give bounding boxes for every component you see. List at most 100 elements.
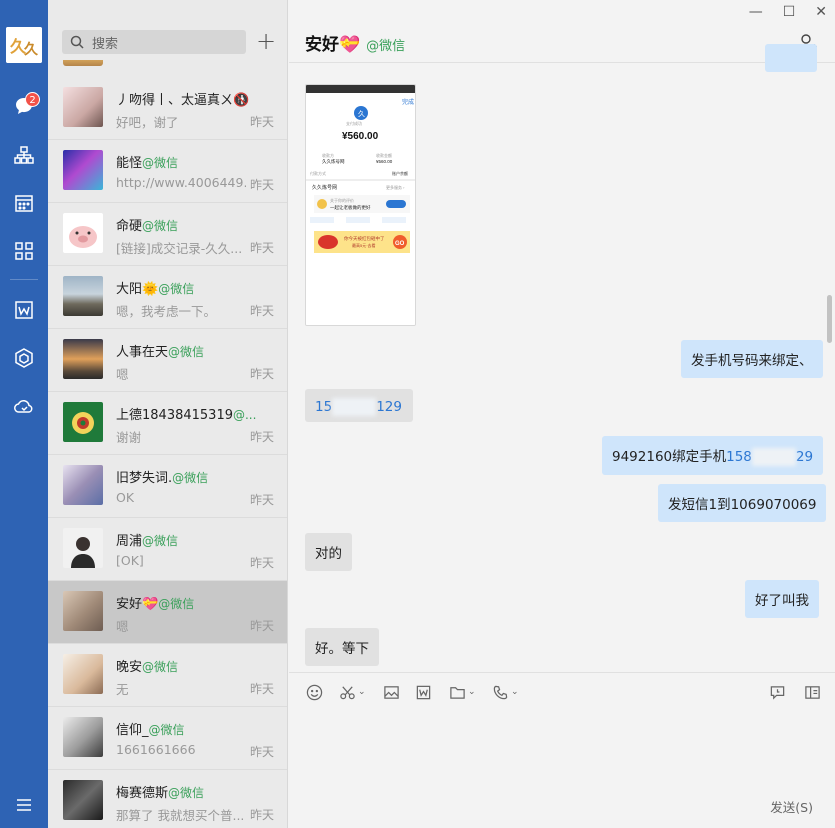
- contact-row[interactable]: 信仰_@微信 1661661666 昨天: [48, 707, 287, 770]
- contact-avatar: [63, 528, 103, 568]
- document-icon: [416, 685, 431, 699]
- hexagon-nav-button[interactable]: [0, 340, 48, 376]
- image-button[interactable]: [383, 684, 400, 700]
- chat-pane: — ☐ ✕ 安好💝 @微信 完成 久 支付成功 ¥560.00 收款方 收款金额 …: [289, 0, 835, 828]
- contact-time: 昨天: [249, 619, 274, 633]
- contact-time: 昨天: [249, 430, 274, 444]
- shared-image[interactable]: 完成 久 支付成功 ¥560.00 收款方 收款金额 久久炼号网 ¥560.00…: [305, 84, 416, 326]
- calendar-nav-button[interactable]: [0, 185, 48, 221]
- message-bubble: 好了叫我: [745, 580, 819, 618]
- search-input[interactable]: 搜索: [62, 30, 246, 54]
- contact-avatar: [63, 87, 103, 127]
- call-button[interactable]: ⌄: [492, 684, 519, 700]
- contact-name: 命硬: [116, 219, 143, 234]
- document-button[interactable]: [415, 684, 432, 700]
- search-icon: [70, 35, 84, 49]
- contact-avatar: [63, 591, 103, 631]
- message-bubble-clipped: [765, 44, 817, 72]
- user-avatar[interactable]: 久 久: [6, 27, 42, 63]
- contact-time: 昨天: [249, 367, 274, 381]
- contact-last-message: 无: [116, 682, 129, 697]
- folder-icon: [450, 686, 465, 699]
- contact-last-message: 好吧，谢了: [116, 115, 179, 130]
- close-button[interactable]: ✕: [815, 4, 827, 20]
- phone-icon: [493, 685, 508, 699]
- contact-avatar: [63, 150, 103, 190]
- chevron-down-icon: ⌄: [468, 687, 476, 697]
- org-chart-nav-button[interactable]: [0, 137, 48, 173]
- org-chart-icon: [14, 146, 34, 164]
- sidebar-toggle-button[interactable]: [804, 684, 821, 700]
- screenshot-button[interactable]: ⌄: [339, 684, 366, 700]
- svg-text:关于你的评价: 关于你的评价: [330, 197, 354, 203]
- contact-row[interactable]: 丿吻得丨、太逼真ㄨ🚯 好吧，谢了 昨天: [48, 77, 287, 140]
- cloud-nav-button[interactable]: [0, 388, 48, 424]
- message-bubble: 15 129: [305, 389, 413, 422]
- contact-time: 昨天: [249, 178, 274, 192]
- contact-avatar: [63, 276, 103, 316]
- contact-row[interactable]: 人事在天@微信 嗯 昨天: [48, 329, 287, 392]
- contact-time: 昨天: [249, 682, 274, 696]
- message-bubble: 9492160绑定手机158 29: [602, 436, 824, 475]
- redacted-phone: [751, 448, 796, 466]
- chat-scrollbar[interactable]: [827, 295, 832, 343]
- contact-row[interactable]: 上德18438415319@... 谢谢 昨天: [48, 392, 287, 455]
- contact-row-selected[interactable]: 安好💝@微信 嗯 昨天: [48, 581, 287, 644]
- window-controls: — ☐ ✕: [749, 4, 827, 20]
- contact-name: 信仰_: [116, 723, 149, 738]
- svg-text:久久炼号网: 久久炼号网: [322, 158, 345, 165]
- chat-title: 安好💝 @微信: [305, 30, 405, 55]
- contact-row[interactable]: 能怪@微信 http://www.4006449... 昨天: [48, 140, 287, 203]
- main-menu-button[interactable]: [0, 787, 48, 823]
- document-nav-button[interactable]: [0, 292, 48, 328]
- contact-avatar: [63, 780, 103, 820]
- panel-icon: [805, 685, 820, 699]
- maximize-button[interactable]: ☐: [783, 4, 796, 20]
- apps-grid-icon: [15, 242, 33, 260]
- chat-title-name: 安好💝: [305, 35, 361, 55]
- contact-avatar: [63, 339, 103, 379]
- chevron-down-icon: ⌄: [358, 687, 366, 697]
- header-divider: [289, 62, 835, 63]
- left-rail: 久 久 2: [0, 0, 48, 828]
- svg-text:收款金额: 收款金额: [376, 152, 392, 158]
- message-bubble: 发短信1到1069070069: [658, 484, 827, 522]
- contact-time: 昨天: [249, 304, 274, 318]
- contact-row[interactable]: 周浦@微信 [OK] 昨天: [48, 518, 287, 581]
- picture-icon: [384, 685, 399, 699]
- message-text: 9492160绑定手机: [612, 449, 727, 465]
- contact-tag: @微信: [168, 786, 205, 800]
- contact-time: 昨天: [249, 556, 274, 570]
- image-go-label: GO: [395, 241, 405, 247]
- minimize-button[interactable]: —: [749, 4, 763, 20]
- history-button[interactable]: [769, 684, 786, 700]
- contact-row[interactable]: 旧梦失词.@微信 OK 昨天: [48, 455, 287, 518]
- contact-row[interactable]: 大阳🌞@微信 嗯，我考虑一下。 昨天: [48, 266, 287, 329]
- contact-last-message: 嗯，我考虑一下。: [116, 304, 217, 319]
- file-button[interactable]: ⌄: [449, 684, 476, 700]
- contact-tag: @微信: [148, 723, 185, 737]
- chat-nav-button[interactable]: [0, 88, 48, 124]
- calendar-icon: [15, 195, 33, 212]
- phone-prefix: 15: [315, 399, 333, 415]
- send-button[interactable]: 发送(S): [770, 797, 813, 816]
- contact-row[interactable]: 晚安@微信 无 昨天: [48, 644, 287, 707]
- contact-row[interactable]: 梅赛德斯@微信 那算了 我就想买个普... 昨天: [48, 770, 287, 828]
- phone-prefix: 158: [726, 449, 752, 465]
- contact-name: 大阳🌞: [116, 282, 159, 297]
- phone-suffix: 129: [376, 399, 402, 415]
- search-placeholder: 搜索: [92, 36, 119, 52]
- contact-time: 昨天: [249, 115, 274, 129]
- menu-icon: [17, 799, 31, 811]
- partial-avatar: [63, 60, 103, 66]
- add-button[interactable]: +: [255, 29, 277, 54]
- contact-name: 上德18438415319: [116, 408, 233, 423]
- contact-avatar: [63, 402, 103, 442]
- contact-row[interactable]: 命硬@微信 [链接]成交记录-久久... 昨天: [48, 203, 287, 266]
- chat-history-icon: [770, 685, 785, 700]
- contact-time: 昨天: [249, 808, 274, 822]
- apps-nav-button[interactable]: [0, 233, 48, 269]
- emoji-button[interactable]: [306, 684, 323, 700]
- svg-text:¥560.00: ¥560.00: [376, 159, 393, 164]
- contact-last-message: 谢谢: [116, 430, 142, 445]
